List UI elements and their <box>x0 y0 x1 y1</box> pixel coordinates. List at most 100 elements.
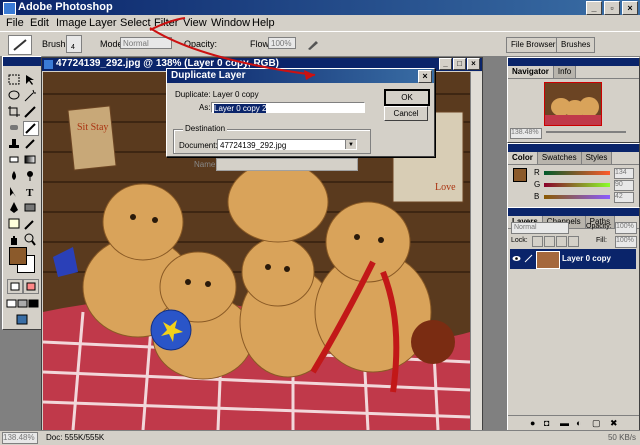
notes-tool-icon[interactable] <box>7 217 21 230</box>
channel-g-slider[interactable] <box>544 183 610 187</box>
zoom-tool-icon[interactable] <box>23 233 37 246</box>
cancel-button[interactable]: Cancel <box>384 106 428 121</box>
channel-b-value[interactable]: 42 <box>614 192 634 203</box>
history-brush-tool-icon[interactable] <box>23 137 37 150</box>
eyedropper-tool-icon[interactable] <box>23 217 37 230</box>
quick-mask-icon[interactable] <box>23 279 39 294</box>
navigator-panel: Navigator Info 138.48% <box>507 57 640 143</box>
slice-tool-icon[interactable] <box>23 105 37 118</box>
menu-file[interactable]: File <box>6 17 24 29</box>
tab-navigator[interactable]: Navigator <box>508 66 554 78</box>
status-zoom[interactable]: 138.48% <box>2 432 38 444</box>
dialog-close-icon[interactable]: × <box>418 70 432 83</box>
hand-tool-icon[interactable] <box>7 233 21 246</box>
layer-set-icon[interactable]: ▬ <box>560 418 569 428</box>
brush-link-icon <box>524 254 533 263</box>
lock-position-icon[interactable] <box>556 236 567 247</box>
airbrush-icon[interactable] <box>306 37 320 51</box>
document-vertical-scrollbar[interactable] <box>470 72 482 430</box>
document-select[interactable]: 47724139_292.jpg ▼ <box>217 139 357 150</box>
magic-wand-tool-icon[interactable] <box>23 89 37 102</box>
sign-text: Sit Stay <box>77 122 108 133</box>
navigator-zoom-field[interactable]: 138.48% <box>510 128 542 139</box>
status-right-text: 50 KB/s <box>607 433 636 442</box>
ok-button[interactable]: OK <box>384 89 430 106</box>
tab-swatches[interactable]: Swatches <box>537 152 582 164</box>
document-select-value: 47724139_292.jpg <box>220 141 287 150</box>
file-browser-tab[interactable]: File Browser <box>506 37 561 53</box>
path-selection-tool-icon[interactable] <box>7 185 21 198</box>
menu-help[interactable]: Help <box>252 17 275 29</box>
doc-minimize-icon[interactable]: _ <box>439 58 452 70</box>
document-icon <box>44 60 53 69</box>
navigator-thumbnail[interactable] <box>544 82 602 126</box>
visibility-eye-icon[interactable] <box>512 254 521 263</box>
brush-size-picker[interactable]: 4 <box>66 35 82 53</box>
lock-image-icon[interactable] <box>544 236 555 247</box>
eraser-tool-icon[interactable] <box>7 153 21 166</box>
pen-tool-icon[interactable] <box>7 201 21 214</box>
as-label: As: <box>199 103 211 112</box>
close-icon[interactable]: × <box>622 1 638 15</box>
as-name-value: Layer 0 copy 2 <box>214 104 267 113</box>
layer-opacity-field[interactable]: 100% <box>615 222 637 234</box>
menu-filter[interactable]: Filter <box>154 17 178 29</box>
fill-field[interactable]: 100% <box>615 236 637 248</box>
brushes-tab[interactable]: Brushes <box>556 37 596 53</box>
menu-window[interactable]: Window <box>211 17 250 29</box>
layer-row[interactable]: Layer 0 copy <box>510 249 636 269</box>
color-fg-swatch[interactable] <box>513 168 527 182</box>
blend-mode-select[interactable]: Normal <box>511 222 569 234</box>
menu-view[interactable]: View <box>183 17 207 29</box>
doc-maximize-icon[interactable]: □ <box>453 58 466 70</box>
channel-g-value[interactable]: 90 <box>614 180 634 191</box>
tab-styles[interactable]: Styles <box>581 152 613 164</box>
name-input[interactable] <box>216 158 358 171</box>
channel-r-slider[interactable] <box>544 171 610 175</box>
menu-select[interactable]: Select <box>120 17 151 29</box>
mode-select[interactable]: Normal <box>120 37 172 49</box>
restore-icon[interactable]: ▫ <box>604 1 620 15</box>
layers-panel-header <box>508 208 639 216</box>
brush-tool-icon[interactable] <box>23 121 39 136</box>
adjustment-layer-icon[interactable]: ◐ <box>576 418 581 428</box>
chevron-down-icon[interactable]: ▼ <box>345 140 356 149</box>
duplicate-label: Duplicate: Layer 0 copy <box>175 90 259 99</box>
rectangle-tool-icon[interactable] <box>23 201 37 214</box>
jump-to-imageready-icon[interactable] <box>15 313 29 326</box>
channel-b-slider[interactable] <box>544 195 610 199</box>
menu-edit[interactable]: Edit <box>30 17 49 29</box>
navigator-zoom-slider[interactable] <box>546 131 626 133</box>
menu-bar: File Edit Image Layer Select Filter View… <box>0 15 640 31</box>
move-tool-icon[interactable] <box>23 73 37 86</box>
tab-color[interactable]: Color <box>508 152 538 164</box>
gradient-tool-icon[interactable] <box>23 153 37 166</box>
flow-field[interactable]: 100% <box>268 37 296 49</box>
menu-layer[interactable]: Layer <box>89 17 117 29</box>
screen-mode-full-icon[interactable] <box>27 297 41 310</box>
minimize-icon[interactable]: _ <box>586 1 602 15</box>
as-name-input[interactable]: Layer 0 copy 2 <box>211 102 365 113</box>
doc-close-icon[interactable]: × <box>467 58 480 70</box>
dodge-tool-icon[interactable] <box>23 169 37 182</box>
channel-r-value[interactable]: 134 <box>614 168 634 179</box>
healing-brush-tool-icon[interactable] <box>7 121 21 134</box>
type-tool-icon[interactable]: T <box>23 185 37 199</box>
marquee-tool-icon[interactable] <box>7 73 21 86</box>
layer-mask-icon[interactable]: ◘ <box>544 418 549 428</box>
standard-mode-icon[interactable] <box>7 279 23 294</box>
lock-all-icon[interactable] <box>568 236 579 247</box>
lock-transparency-icon[interactable] <box>532 236 543 247</box>
clone-stamp-tool-icon[interactable] <box>7 137 21 150</box>
menu-image[interactable]: Image <box>56 17 87 29</box>
crop-tool-icon[interactable] <box>7 105 21 118</box>
brush-tool-preset-icon[interactable] <box>8 35 32 55</box>
blur-tool-icon[interactable] <box>7 169 21 182</box>
tab-info[interactable]: Info <box>553 66 577 78</box>
layer-style-icon[interactable]: ● <box>530 418 535 428</box>
foreground-color-swatch[interactable] <box>9 247 27 265</box>
layers-footer: ● ◘ ▬ ◐ ▢ ✖ <box>508 415 639 430</box>
delete-layer-icon[interactable]: ✖ <box>610 418 618 429</box>
lasso-tool-icon[interactable] <box>7 89 21 102</box>
new-layer-icon[interactable]: ▢ <box>592 418 601 429</box>
